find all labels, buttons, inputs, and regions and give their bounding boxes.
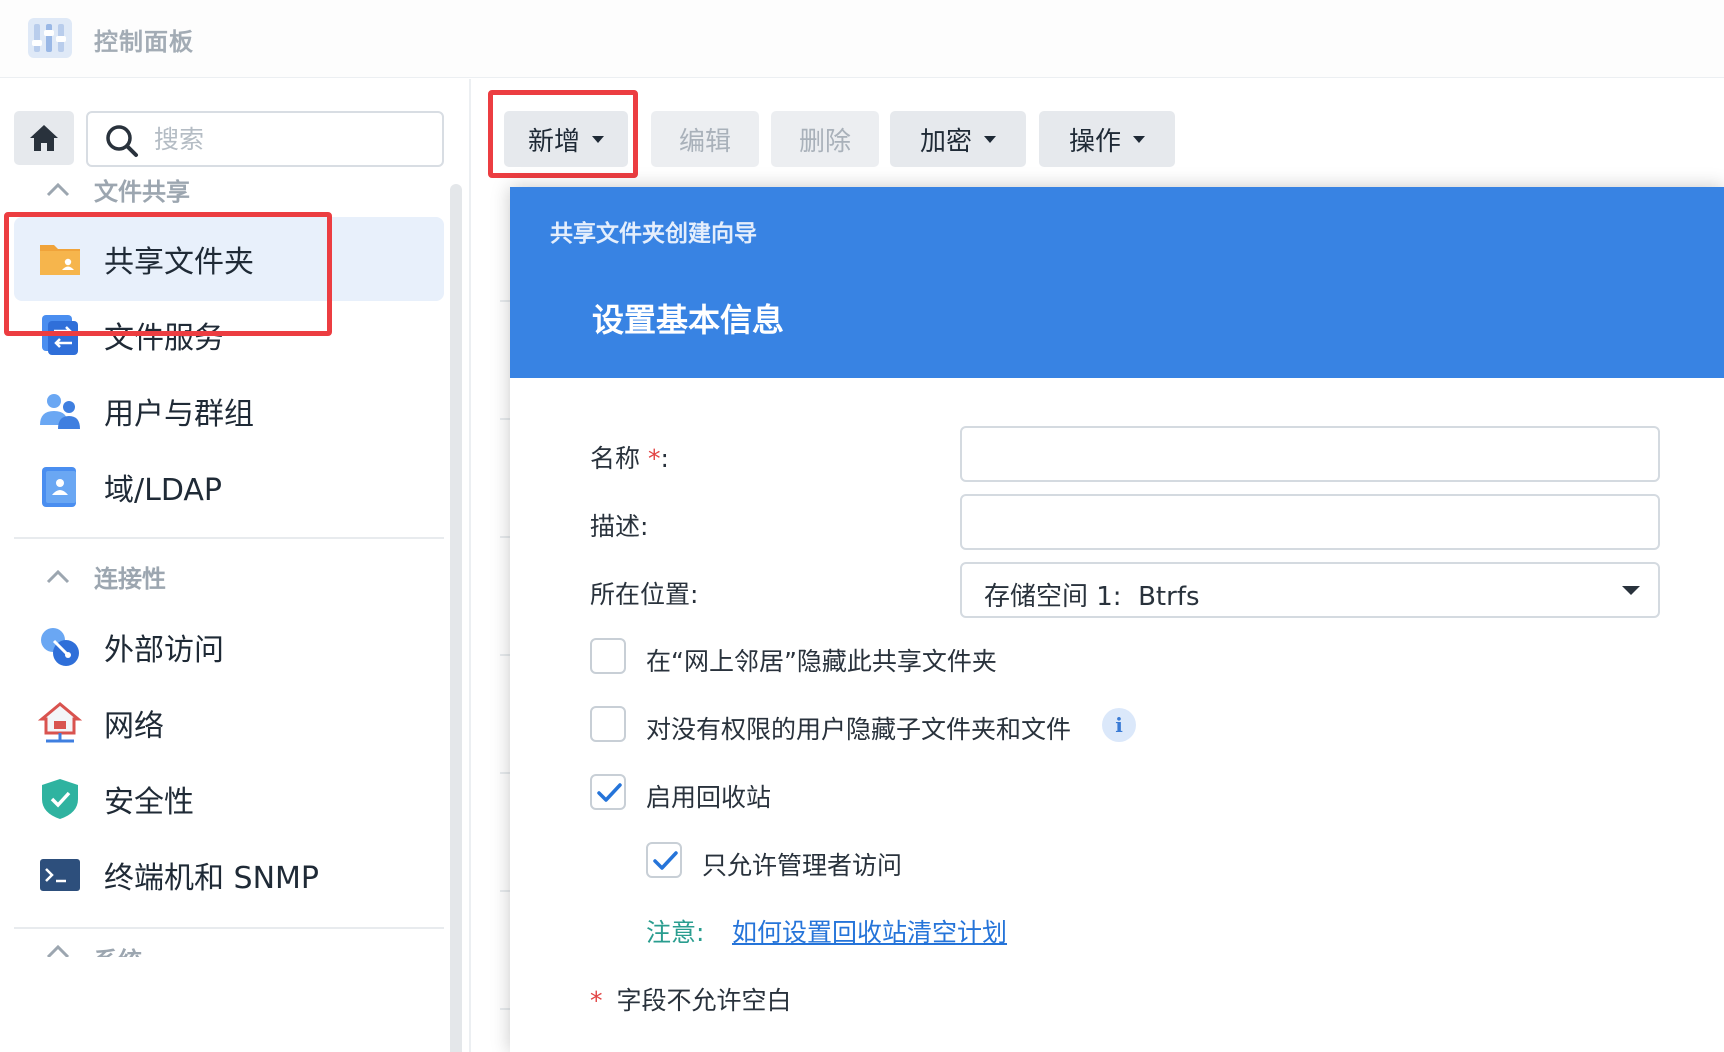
sidebar-item-label: 域/LDAP: [104, 473, 223, 508]
network-icon: [38, 702, 82, 743]
search-box[interactable]: [86, 111, 444, 167]
caret-down-icon: [1133, 135, 1145, 143]
title-bar: 控制面板: [0, 0, 1724, 78]
sidebar-item-label: 用户与群组: [104, 397, 254, 432]
sidebar-item-label: 共享文件夹: [104, 245, 254, 280]
create-button[interactable]: 新增: [504, 111, 628, 167]
action-button-label: 操作: [1068, 126, 1121, 157]
users-groups-icon: [40, 394, 80, 429]
pane-divider: [469, 79, 471, 1052]
dropdown-arrow-icon: [1622, 586, 1640, 595]
control-panel-window: 控制面板 文件共享: [0, 0, 1724, 1052]
hide-network-checkbox[interactable]: [590, 638, 626, 674]
control-panel-app-icon: [28, 18, 72, 58]
hide-network-label: 在“网上邻居”隐藏此共享文件夹: [646, 647, 997, 676]
checkmark-icon: [653, 851, 678, 870]
location-select[interactable]: 存储空间 1: Btrfs: [960, 562, 1660, 618]
hide-subfolders-checkbox[interactable]: [590, 706, 626, 742]
admin-only-label: 只允许管理者访问: [702, 851, 903, 880]
recycle-schedule-link[interactable]: 如何设置回收站清空计划: [732, 913, 1007, 949]
required-footnote-text: 字段不允许空白: [616, 986, 792, 1015]
sidebar-item-label: 外部访问: [104, 633, 224, 668]
home-button[interactable]: [14, 111, 74, 165]
security-shield-icon: [42, 779, 78, 819]
app-title: 控制面板: [94, 28, 194, 56]
description-field[interactable]: [960, 494, 1660, 550]
step-title: 设置基本信息: [592, 301, 785, 339]
create-shared-folder-wizard: 共享文件夹创建向导 设置基本信息 名称 *: 描述: 所在位置: 存储空间 1: …: [510, 187, 1724, 1052]
home-icon: [30, 125, 58, 151]
delete-button[interactable]: 删除: [771, 111, 879, 167]
chevron-up-icon: [46, 569, 70, 584]
shared-folder-icon: [40, 245, 80, 275]
encrypt-button-label: 加密: [919, 126, 972, 157]
recycle-bin-checkbox[interactable]: [590, 774, 626, 810]
required-footnote: * 字段不允许空白: [590, 981, 792, 1017]
encrypt-button[interactable]: 加密: [890, 111, 1026, 167]
sidebar-item-domain-ldap[interactable]: 域/LDAP: [14, 445, 444, 529]
sidebar-item-label: 安全性: [104, 785, 194, 820]
caret-down-icon: [984, 135, 996, 143]
info-icon[interactable]: i: [1102, 708, 1136, 742]
sidebar-scrollbar[interactable]: [450, 184, 462, 1052]
required-mark: *: [590, 986, 603, 1015]
section-label: 文件共享: [94, 177, 190, 206]
section-divider: [14, 537, 444, 539]
file-services-icon: [42, 315, 78, 355]
name-label-text: 名称: [590, 444, 641, 473]
wizard-header: 共享文件夹创建向导 设置基本信息: [510, 187, 1724, 378]
note-label: 注意:: [646, 918, 705, 947]
section-file-sharing[interactable]: 文件共享: [44, 169, 190, 209]
terminal-snmp-icon: [40, 859, 80, 891]
chevron-up-icon: [46, 182, 70, 197]
admin-only-checkbox[interactable]: [646, 842, 682, 878]
sidebar-item-label: 文件服务: [104, 321, 224, 356]
section-divider: [14, 927, 444, 929]
caret-down-icon: [592, 135, 604, 143]
sidebar-item-file-services[interactable]: 文件服务: [14, 293, 444, 377]
name-field[interactable]: [960, 426, 1660, 482]
location-label: 所在位置:: [590, 580, 699, 609]
wizard-title: 共享文件夹创建向导: [550, 221, 757, 247]
sidebar-item-label: 网络: [104, 709, 164, 744]
edit-button[interactable]: 编辑: [651, 111, 759, 167]
search-icon: [106, 125, 138, 157]
domain-ldap-icon: [42, 467, 76, 507]
sidebar-item-terminal-snmp[interactable]: 终端机和 SNMP: [14, 833, 444, 917]
section-system[interactable]: 系统: [44, 941, 142, 957]
create-button-label: 新增: [527, 126, 580, 157]
checkmark-icon: [597, 783, 622, 802]
hide-subfolders-label: 对没有权限的用户隐藏子文件夹和文件: [646, 715, 1072, 744]
delete-button-label: 删除: [798, 126, 851, 157]
location-select-value: 存储空间 1: Btrfs: [984, 582, 1200, 612]
recycle-bin-label: 启用回收站: [646, 783, 772, 812]
action-button[interactable]: 操作: [1039, 111, 1175, 167]
section-label: 连接性: [94, 564, 166, 593]
chevron-up-icon: [46, 944, 70, 957]
edit-button-label: 编辑: [678, 126, 731, 157]
required-mark: *: [648, 444, 661, 473]
sidebar: 文件共享 共享文件夹 文件服务: [0, 79, 469, 1052]
sidebar-item-shared-folder[interactable]: 共享文件夹: [14, 217, 444, 301]
section-connectivity[interactable]: 连接性: [44, 556, 166, 596]
sidebar-item-label: 终端机和 SNMP: [104, 861, 319, 896]
sidebar-item-security[interactable]: 安全性: [14, 757, 444, 841]
name-label: 名称 *:: [590, 439, 669, 475]
sidebar-item-external-access[interactable]: 外部访问: [14, 605, 444, 689]
external-access-icon: [41, 628, 79, 666]
name-colon: :: [660, 444, 669, 473]
search-input[interactable]: [154, 119, 434, 159]
section-label: 系统: [94, 941, 142, 957]
description-label: 描述:: [590, 512, 649, 541]
sidebar-item-users-groups[interactable]: 用户与群组: [14, 369, 444, 453]
sidebar-item-network[interactable]: 网络: [14, 681, 444, 765]
